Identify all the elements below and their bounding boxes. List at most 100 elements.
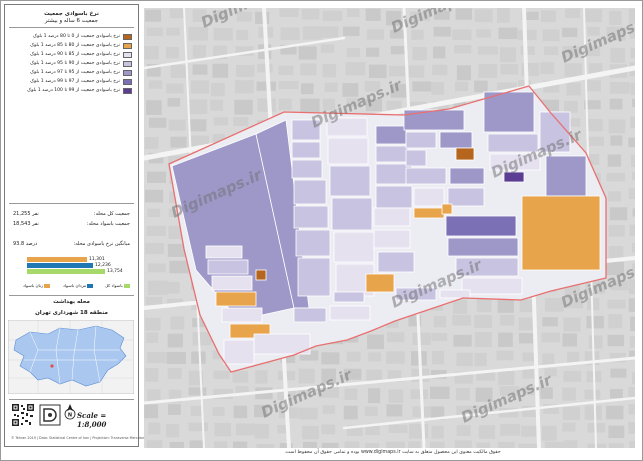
background-building — [279, 8, 299, 18]
background-building — [167, 333, 183, 348]
background-building — [321, 442, 339, 448]
background-building — [628, 386, 635, 398]
legend-label: نرخ باسوادی جمعیت از 97 تا 99 درصد 1 بلو… — [29, 79, 120, 84]
background-building — [609, 98, 623, 110]
census-block — [377, 251, 415, 273]
background-building — [278, 80, 299, 90]
background-building — [562, 422, 576, 432]
census-block — [223, 339, 255, 365]
background-building — [346, 47, 361, 58]
background-building — [146, 225, 167, 237]
legend-label: نرخ باسوادی جمعیت از 90 تا 95 درصد 1 بلو… — [29, 61, 120, 66]
background-building — [628, 422, 635, 434]
background-building — [522, 352, 535, 362]
background-building — [607, 334, 625, 347]
stat-value: 18,543 نفر — [13, 221, 39, 227]
background-building — [496, 350, 514, 361]
background-building — [145, 9, 162, 22]
digimaps-logo-icon — [39, 404, 61, 426]
background-building — [474, 80, 488, 93]
background-building — [322, 405, 335, 414]
divider — [9, 399, 134, 400]
background-building — [188, 387, 207, 396]
background-building — [190, 80, 210, 94]
census-block — [333, 231, 375, 263]
background-building — [518, 29, 537, 41]
background-building — [430, 441, 445, 448]
background-building — [629, 440, 635, 448]
background-building — [631, 154, 635, 167]
background-building — [608, 191, 621, 202]
background-building — [257, 63, 273, 73]
background-building — [478, 64, 498, 78]
background-building — [608, 225, 625, 237]
background-building — [170, 316, 185, 330]
background-building — [541, 332, 561, 343]
bar-category-swatch — [123, 284, 130, 288]
background-building — [388, 65, 408, 77]
census-block — [297, 257, 331, 297]
background-building — [166, 281, 180, 294]
background-building — [167, 98, 181, 107]
background-building — [453, 45, 472, 54]
background-building — [213, 441, 228, 448]
district-subtitle: منطقه 18 شهرداری تهران — [35, 310, 108, 316]
background-building — [346, 351, 361, 362]
background-building — [609, 81, 630, 94]
legend-item: نرخ باسوادی جمعیت از 95 تا 97 درصد 1 بلو… — [30, 69, 132, 76]
bar-category-women: زنان باسواد — [23, 283, 51, 288]
district-location-marker — [50, 364, 54, 368]
background-building — [498, 370, 515, 385]
background-building — [302, 425, 319, 440]
background-building — [233, 116, 249, 127]
census-block — [439, 289, 471, 299]
background-building — [386, 404, 403, 417]
background-building — [189, 119, 207, 132]
legend-swatch — [123, 51, 132, 58]
background-building — [476, 29, 491, 38]
background-building — [610, 388, 623, 399]
legend-label: نرخ باسوادی جمعیت از 85 تا 90 درصد 1 بلو… — [29, 52, 120, 57]
bar-category-label: زنان باسواد — [23, 283, 44, 288]
background-building — [542, 29, 560, 42]
census-block — [403, 109, 465, 131]
background-building — [145, 189, 164, 203]
background-building — [367, 334, 384, 350]
background-building — [497, 8, 510, 23]
background-building — [565, 8, 580, 19]
background-building — [146, 27, 163, 37]
background-building — [543, 46, 559, 56]
background-building — [214, 422, 232, 437]
background-building — [147, 171, 167, 183]
background-building — [566, 82, 581, 96]
background-building — [213, 370, 230, 379]
background-building — [433, 26, 451, 37]
background-building — [166, 27, 180, 36]
background-building — [632, 243, 635, 253]
stat-label: جمعیت باسواد محله: — [86, 221, 130, 227]
background-building — [298, 46, 317, 60]
background-building — [188, 422, 208, 432]
background-building — [584, 405, 602, 420]
background-building — [499, 47, 517, 63]
background-building — [235, 423, 256, 436]
background-building — [192, 64, 208, 75]
census-block — [329, 305, 371, 321]
background-building — [408, 441, 421, 448]
background-building — [588, 136, 605, 146]
census-block — [255, 269, 267, 281]
background-building — [365, 443, 380, 448]
background-building — [432, 64, 448, 76]
background-building — [564, 100, 578, 113]
census-block — [329, 165, 371, 197]
legend-swatch — [123, 87, 132, 94]
background-building — [476, 442, 491, 448]
background-building — [322, 64, 337, 78]
bar-category-swatch — [44, 284, 51, 288]
background-building — [519, 299, 534, 313]
legend-item: نرخ باسوادی جمعیت از 80 تا 85 درصد 1 بلو… — [30, 42, 132, 49]
background-building — [433, 46, 446, 59]
background-building — [368, 64, 387, 79]
background-building — [410, 389, 428, 400]
background-building — [257, 98, 276, 112]
